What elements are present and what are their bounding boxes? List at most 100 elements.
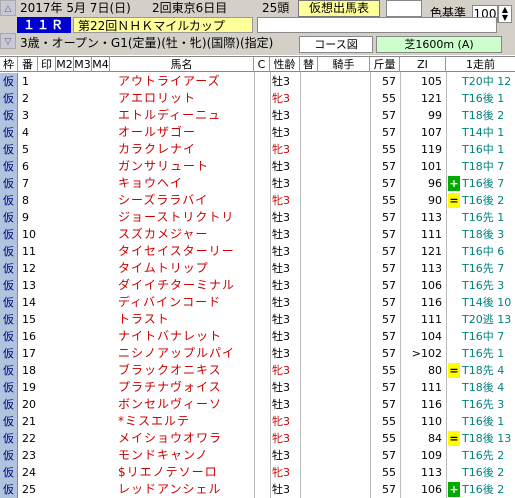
horse-number: 8 [22, 194, 29, 207]
col-number[interactable]: 番 [18, 57, 38, 72]
horse-name[interactable]: シーズララバイ [118, 192, 248, 209]
table-row[interactable]: 仮 7 キョウヘイ 牡3 57 96 + T16後 7 [0, 175, 515, 192]
frame-cell[interactable]: 仮 [0, 124, 18, 141]
table-row[interactable]: 仮 22 メイショウオワラ 牝3 55 84 = T18後 13 [0, 430, 515, 447]
horse-name[interactable]: ダイイチターミナル [118, 277, 248, 294]
weight: 57 [382, 347, 396, 360]
table-row[interactable]: 仮 2 アエロリット 牝3 55 121 T16後 1 [0, 90, 515, 107]
frame-cell[interactable]: 仮 [0, 175, 18, 192]
horse-name[interactable]: ブラックオニキス [118, 362, 248, 379]
frame-cell[interactable]: 仮 [0, 396, 18, 413]
col-m3[interactable]: M3 [74, 57, 92, 72]
horse-name[interactable]: タイセイスターリー [118, 243, 248, 260]
table-row[interactable]: 仮 3 エトルディーニュ 牡3 57 99 T18後 2 [0, 107, 515, 124]
frame-cell[interactable]: 仮 [0, 481, 18, 498]
frame-cell[interactable]: 仮 [0, 311, 18, 328]
table-row[interactable]: 仮 19 プラチナヴォイス 牡3 57 111 T18後 4 [0, 379, 515, 396]
frame-cell[interactable]: 仮 [0, 90, 18, 107]
frame-cell[interactable]: 仮 [0, 158, 18, 175]
col-m4[interactable]: M4 [92, 57, 110, 72]
table-row[interactable]: 仮 14 ディバインコード 牡3 57 116 T14後 10 [0, 294, 515, 311]
col-last-race[interactable]: 1走前 [446, 57, 515, 72]
horse-name[interactable]: $リエノテソーロ [118, 464, 248, 481]
frame-cell[interactable]: 仮 [0, 243, 18, 260]
frame-cell[interactable]: 仮 [0, 379, 18, 396]
horse-name[interactable]: メイショウオワラ [118, 430, 248, 447]
horse-name[interactable]: オールザゴー [118, 124, 248, 141]
table-row[interactable]: 仮 12 タイムトリップ 牡3 57 113 T16先 7 [0, 260, 515, 277]
frame-cell[interactable]: 仮 [0, 141, 18, 158]
col-mark[interactable]: 印 [38, 57, 56, 72]
table-row[interactable]: 仮 23 モンドキャンノ 牡3 57 109 T16先 2 [0, 447, 515, 464]
table-row[interactable]: 仮 21 *ミスエルテ 牝3 55 110 T16後 1 [0, 413, 515, 430]
frame-cell[interactable]: 仮 [0, 430, 18, 447]
horse-name[interactable]: アエロリット [118, 90, 248, 107]
frame-cell[interactable]: 仮 [0, 277, 18, 294]
col-jockey[interactable]: 騎手 [318, 57, 370, 72]
table-row[interactable]: 仮 13 ダイイチターミナル 牡3 57 106 T16先 3 [0, 277, 515, 294]
frame-cell[interactable]: 仮 [0, 260, 18, 277]
horse-name[interactable]: ジョーストリクトリ [118, 209, 248, 226]
table-row[interactable]: 仮 20 ボンセルヴィーソ 牡3 57 116 T16先 3 [0, 396, 515, 413]
table-row[interactable]: 仮 11 タイセイスターリー 牡3 57 121 T16中 6 [0, 243, 515, 260]
frame-cell[interactable]: 仮 [0, 107, 18, 124]
horse-name[interactable]: キョウヘイ [118, 175, 248, 192]
table-row[interactable]: 仮 17 ニシノアップルパイ 牡3 57 >102 T16先 1 [0, 345, 515, 362]
table-row[interactable]: 仮 16 ナイトバナレット 牡3 57 104 T16中 7 [0, 328, 515, 345]
frame-cell[interactable]: 仮 [0, 294, 18, 311]
horse-name[interactable]: エトルディーニュ [118, 107, 248, 124]
col-frame[interactable]: 枠 [0, 57, 18, 72]
horse-name[interactable]: タイムトリップ [118, 260, 248, 277]
horse-name[interactable]: モンドキャンノ [118, 447, 248, 464]
horse-number: 1 [22, 75, 29, 88]
horse-name[interactable]: ナイトバナレット [118, 328, 248, 345]
horse-name[interactable]: スズカメジャー [118, 226, 248, 243]
table-row[interactable]: 仮 4 オールザゴー 牡3 57 107 T14中 1 [0, 124, 515, 141]
frame-cell[interactable]: 仮 [0, 192, 18, 209]
table-row[interactable]: 仮 24 $リエノテソーロ 牝3 55 113 T16後 2 [0, 464, 515, 481]
course-map-button[interactable]: コース図 [299, 36, 373, 53]
frame-cell[interactable]: 仮 [0, 447, 18, 464]
threshold-spinner[interactable]: ▲ ▼ [498, 5, 512, 23]
col-sex-age[interactable]: 性齢 [270, 57, 300, 72]
sex-age: 牡3 [272, 211, 290, 224]
scroll-up-icon[interactable]: △ [0, 0, 16, 16]
horse-name[interactable]: レッドアンシェル [118, 481, 248, 498]
frame-cell[interactable]: 仮 [0, 226, 18, 243]
frame-cell[interactable]: 仮 [0, 73, 18, 90]
col-m2[interactable]: M2 [56, 57, 74, 72]
frame-cell[interactable]: 仮 [0, 209, 18, 226]
horse-name[interactable]: アウトライアーズ [118, 73, 248, 90]
col-zi[interactable]: ZI [400, 57, 446, 72]
horse-name[interactable]: カラクレナイ [118, 141, 248, 158]
col-horse-name[interactable]: 馬名 [110, 57, 254, 72]
frame-cell[interactable]: 仮 [0, 362, 18, 379]
horse-name[interactable]: ディバインコード [118, 294, 248, 311]
horse-name[interactable]: トラスト [118, 311, 248, 328]
blank-field[interactable] [386, 0, 422, 17]
horse-name[interactable]: プラチナヴォイス [118, 379, 248, 396]
horse-name[interactable]: ボンセルヴィーソ [118, 396, 248, 413]
col-weight[interactable]: 斤量 [370, 57, 400, 72]
sex-age: 牝3 [272, 194, 290, 207]
frame-cell[interactable]: 仮 [0, 328, 18, 345]
virtual-card-button[interactable]: 仮想出馬表 [298, 0, 380, 17]
table-row[interactable]: 仮 5 カラクレナイ 牝3 55 119 T16中 1 [0, 141, 515, 158]
table-row[interactable]: 仮 10 スズカメジャー 牡3 57 111 T18後 3 [0, 226, 515, 243]
frame-cell[interactable]: 仮 [0, 345, 18, 362]
horse-name[interactable]: ガンサリュート [118, 158, 248, 175]
frame-cell[interactable]: 仮 [0, 413, 18, 430]
table-row[interactable]: 仮 9 ジョーストリクトリ 牡3 57 113 T16先 1 [0, 209, 515, 226]
horse-name[interactable]: *ミスエルテ [118, 413, 248, 430]
table-row[interactable]: 仮 25 レッドアンシェル 牡3 57 106 + T16後 2 [0, 481, 515, 498]
table-row[interactable]: 仮 15 トラスト 牡3 57 111 T20逃 13 [0, 311, 515, 328]
table-row[interactable]: 仮 18 ブラックオニキス 牝3 55 80 = T18先 4 [0, 362, 515, 379]
scroll-down-icon[interactable]: ▽ [0, 33, 16, 49]
col-change[interactable]: 替 [300, 57, 318, 72]
table-row[interactable]: 仮 6 ガンサリュート 牡3 57 101 T18中 7 [0, 158, 515, 175]
horse-name[interactable]: ニシノアップルパイ [118, 345, 248, 362]
col-c[interactable]: C [254, 57, 270, 72]
table-row[interactable]: 仮 8 シーズララバイ 牝3 55 90 = T16後 2 [0, 192, 515, 209]
frame-cell[interactable]: 仮 [0, 464, 18, 481]
table-row[interactable]: 仮 1 アウトライアーズ 牡3 57 105 T20中 12 [0, 73, 515, 90]
